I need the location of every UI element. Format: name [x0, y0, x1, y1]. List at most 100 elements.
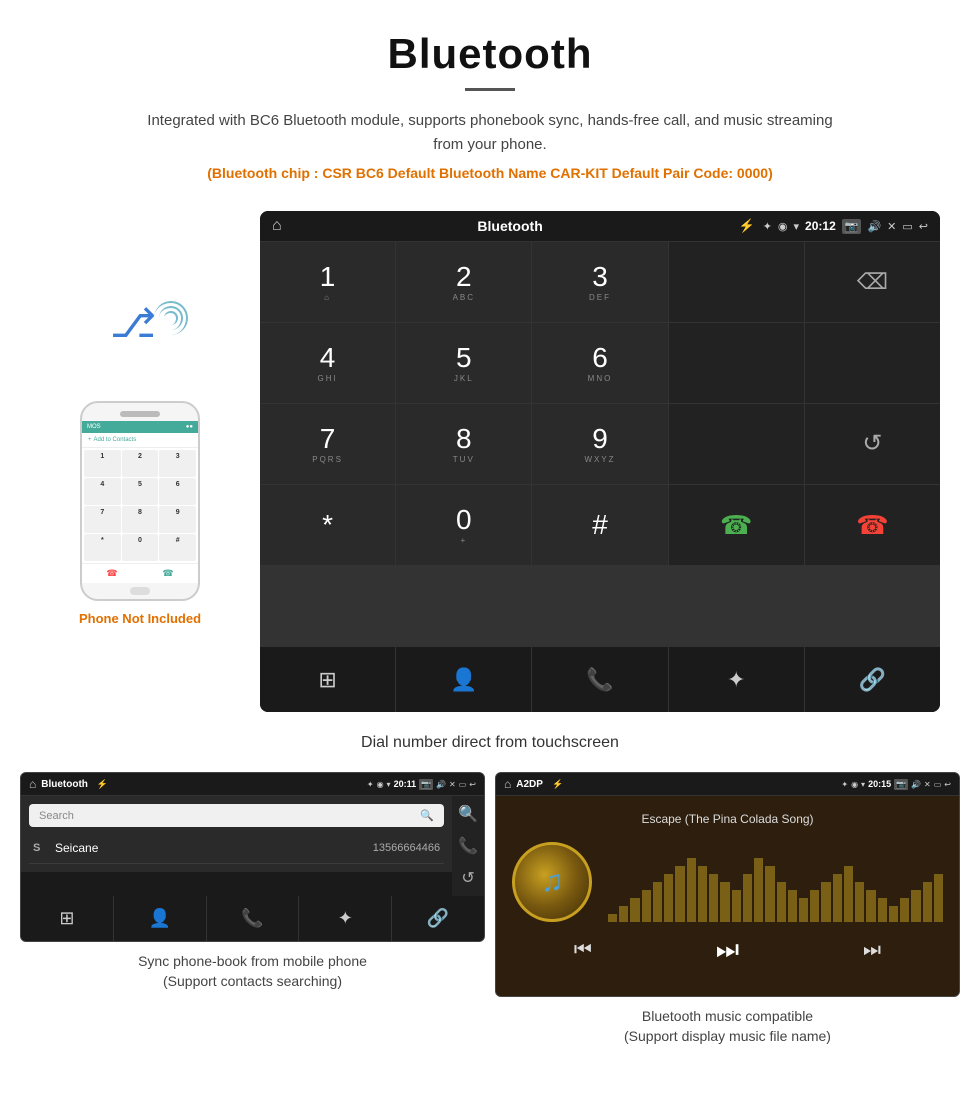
call-icon[interactable]: ☎	[162, 568, 173, 579]
end-call-icon[interactable]: ☎	[106, 568, 117, 579]
music-status-bar: ⌂ A2DP ⚡ ✦ ◉ ▾ 20:15 📷 🔊 ✕ ▭ ↩	[496, 773, 959, 796]
pb-usb-icon: ⚡	[97, 779, 108, 790]
phone-illustration: ⎇ MOS ●● + Add to Contacts 1 2 3	[40, 271, 240, 626]
music-cam-icon[interactable]: 📷	[894, 779, 908, 790]
dial-key-star[interactable]: *	[260, 485, 395, 565]
pb-btn-link[interactable]: 🔗	[392, 896, 484, 941]
pb-btn-phone[interactable]: 📞	[207, 896, 300, 941]
phone-key-3[interactable]: 3	[159, 450, 196, 477]
viz-bar	[889, 906, 898, 922]
dial-display	[669, 242, 804, 322]
music-home-icon[interactable]: ⌂	[504, 777, 511, 791]
phone-key-hash[interactable]: #	[159, 534, 196, 561]
dial-key-2[interactable]: 2 ABC	[396, 242, 531, 322]
car-btn-link[interactable]: 🔗	[805, 647, 940, 712]
pb-back-icon[interactable]: ↩	[469, 780, 476, 789]
dial-empty-r2c5	[805, 323, 940, 403]
pb-close-icon[interactable]: ✕	[449, 780, 456, 789]
phone-screen-header: MOS ●●	[82, 421, 198, 433]
dial-key-6[interactable]: 6 MNO	[532, 323, 667, 403]
dial-key-hash[interactable]: #	[532, 485, 667, 565]
viz-bar	[630, 898, 639, 922]
music-time: 20:15	[868, 779, 891, 789]
viz-bar	[664, 874, 673, 922]
phone-key-4[interactable]: 4	[84, 478, 121, 505]
music-panel: ⌂ A2DP ⚡ ✦ ◉ ▾ 20:15 📷 🔊 ✕ ▭ ↩ Escape (T…	[495, 772, 960, 1050]
music-back-icon[interactable]: ↩	[944, 780, 951, 789]
music-content: Escape (The Pina Colada Song) ♫ ⏮ ⏭ ⏭	[496, 796, 959, 996]
phone-dialpad: 1 2 3 4 5 6 7 8 9 * 0 #	[82, 448, 198, 563]
car-btn-bluetooth[interactable]: ✦	[669, 647, 805, 712]
pb-cam-icon[interactable]: 📷	[419, 779, 433, 790]
dial-key-1[interactable]: 1 ⌂	[260, 242, 395, 322]
phone-home-button[interactable]	[130, 587, 150, 595]
phone-key-6[interactable]: 6	[159, 478, 196, 505]
phone-key-9[interactable]: 9	[159, 506, 196, 533]
wifi-arc-3	[154, 301, 188, 335]
dial-key-3[interactable]: 3 DEF	[532, 242, 667, 322]
album-art: ♫	[512, 842, 592, 922]
music-next-button[interactable]: ⏭	[863, 939, 881, 962]
pb-side-search-icon[interactable]: 🔍	[458, 804, 478, 824]
pb-win-icon[interactable]: ▭	[459, 780, 467, 789]
dial-key-8[interactable]: 8 TUV	[396, 404, 531, 484]
viz-bar	[911, 890, 920, 922]
car-status-title: Bluetooth	[290, 218, 731, 234]
pb-btn-bt[interactable]: ✦	[299, 896, 392, 941]
car-btn-phone[interactable]: 📞	[532, 647, 668, 712]
phone-key-0[interactable]: 0	[122, 534, 159, 561]
dial-key-7[interactable]: 7 PQRS	[260, 404, 395, 484]
title-divider	[465, 88, 515, 91]
phone-key-2[interactable]: 2	[122, 450, 159, 477]
dial-backspace[interactable]: ⌫	[805, 242, 940, 322]
car-btn-contacts[interactable]: 👤	[396, 647, 532, 712]
dial-key-9[interactable]: 9 WXYZ	[532, 404, 667, 484]
pb-time: 20:11	[394, 779, 417, 789]
phone-key-7[interactable]: 7	[84, 506, 121, 533]
home-icon[interactable]: ⌂	[272, 217, 282, 235]
back-status-icon[interactable]: ↩	[919, 220, 928, 233]
car-btn-dialpad[interactable]: ⊞	[260, 647, 396, 712]
pb-home-icon[interactable]: ⌂	[29, 777, 36, 791]
music-close-icon[interactable]: ✕	[924, 780, 931, 789]
dialpad-grid: 1 ⌂ 2 ABC 3 DEF ⌫ 4 GHI 5 JKL	[260, 242, 940, 646]
phonebook-bottom-bar: ⊞ 👤 📞 ✦ 🔗	[21, 896, 484, 941]
music-sig-icon: ▾	[861, 780, 865, 789]
viz-bar	[608, 914, 617, 922]
phone-key-star[interactable]: *	[84, 534, 121, 561]
pb-btn-contacts[interactable]: 👤	[114, 896, 207, 941]
pb-btn-dialpad[interactable]: ⊞	[21, 896, 114, 941]
music-play-pause-button[interactable]: ⏭	[716, 934, 739, 966]
viz-bar	[810, 890, 819, 922]
pb-side-call-icon[interactable]: 📞	[458, 836, 478, 856]
dial-reload[interactable]: ↺	[805, 404, 940, 484]
close-status-icon[interactable]: ✕	[887, 220, 896, 233]
music-prev-button[interactable]: ⏮	[574, 939, 592, 962]
viz-bar	[821, 882, 830, 922]
pb-bt-icon: ✦	[367, 780, 374, 789]
viz-bar	[754, 858, 763, 922]
viz-bar	[687, 858, 696, 922]
dial-key-4[interactable]: 4 GHI	[260, 323, 395, 403]
pb-sig-icon: ▾	[387, 780, 391, 789]
phone-key-8[interactable]: 8	[122, 506, 159, 533]
music-visualizer	[608, 842, 943, 922]
dial-key-5[interactable]: 5 JKL	[396, 323, 531, 403]
pb-vol-icon[interactable]: 🔊	[436, 780, 446, 789]
specs-line: (Bluetooth chip : CSR BC6 Default Blueto…	[20, 165, 960, 181]
music-song-title: Escape (The Pina Colada Song)	[641, 812, 813, 826]
camera-status-icon[interactable]: 📷	[842, 219, 862, 234]
phone-key-1[interactable]: 1	[84, 450, 121, 477]
dial-call-button[interactable]: ☎	[669, 485, 804, 565]
pb-side-reload-icon[interactable]: ↺	[461, 868, 474, 888]
dial-end-button[interactable]: ☎	[805, 485, 940, 565]
music-win-icon[interactable]: ▭	[934, 780, 942, 789]
phonebook-search[interactable]: Search 🔍	[29, 804, 444, 827]
dial-key-0[interactable]: 0 +	[396, 485, 531, 565]
viz-bar	[878, 898, 887, 922]
viz-bar	[653, 882, 662, 922]
window-status-icon[interactable]: ▭	[902, 220, 912, 233]
phone-key-5[interactable]: 5	[122, 478, 159, 505]
music-vol-icon[interactable]: 🔊	[911, 780, 921, 789]
volume-icon[interactable]: 🔊	[867, 220, 881, 233]
